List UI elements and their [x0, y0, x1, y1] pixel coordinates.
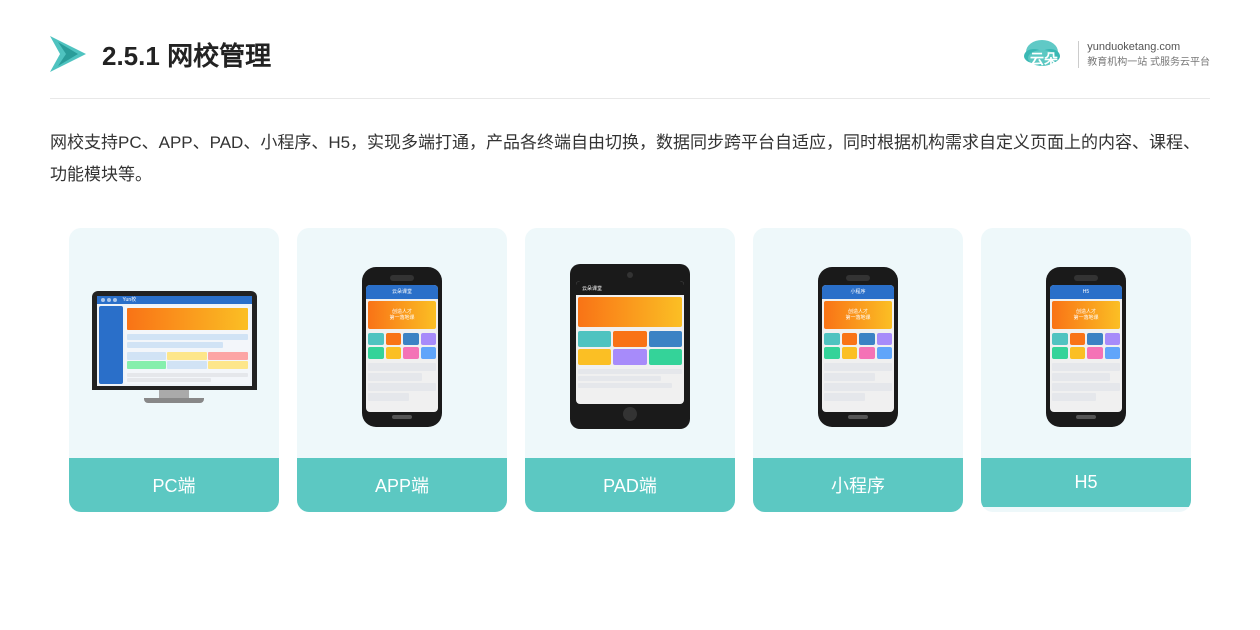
card-h5: H5 创造人才第一落地课: [981, 228, 1191, 512]
brand-logo: 云朵 yunduoketang.com 教育机构一站 式服务云平台: [1018, 30, 1210, 78]
logo-arrow-icon: [50, 36, 86, 72]
tablet-mockup: 云朵课堂: [570, 264, 690, 429]
page: 2.5.1 网校管理 云朵 yunduoketang.com 教育机构一站 式服…: [0, 0, 1260, 630]
card-pad: 云朵课堂: [525, 228, 735, 512]
description-text: 网校支持PC、APP、PAD、小程序、H5，实现多端打通，产品各终端自由切换，数…: [50, 127, 1210, 192]
card-pc-label: PC端: [69, 458, 279, 512]
phone-mockup-h5: H5 创造人才第一落地课: [1046, 267, 1126, 427]
header-left: 2.5.1 网校管理: [50, 36, 271, 73]
card-pad-label: PAD端: [525, 458, 735, 512]
card-app-image: 云朵课堂 创造人才第一落地课: [297, 228, 507, 458]
card-app: 云朵课堂 创造人才第一落地课: [297, 228, 507, 512]
phone-mockup-app: 云朵课堂 创造人才第一落地课: [362, 267, 442, 427]
cloud-icon: 云朵: [1018, 30, 1066, 78]
card-pc: Yun校: [69, 228, 279, 512]
card-pad-image: 云朵课堂: [525, 228, 735, 458]
cards-section: Yun校: [50, 228, 1210, 512]
card-miniprogram: 小程序 创造人才第一落地课: [753, 228, 963, 512]
brand-text: yunduoketang.com 教育机构一站 式服务云平台: [1078, 41, 1210, 68]
card-h5-label: H5: [981, 458, 1191, 507]
page-title: 2.5.1 网校管理: [102, 36, 271, 73]
card-h5-image: H5 创造人才第一落地课: [981, 228, 1191, 458]
card-miniprogram-image: 小程序 创造人才第一落地课: [753, 228, 963, 458]
card-pc-image: Yun校: [69, 228, 279, 458]
card-app-label: APP端: [297, 458, 507, 512]
card-miniprogram-label: 小程序: [753, 458, 963, 512]
svg-text:云朵: 云朵: [1030, 51, 1059, 67]
phone-mockup-mini: 小程序 创造人才第一落地课: [818, 267, 898, 427]
monitor-mockup: Yun校: [89, 291, 259, 403]
header: 2.5.1 网校管理 云朵 yunduoketang.com 教育机构一站 式服…: [50, 30, 1210, 99]
